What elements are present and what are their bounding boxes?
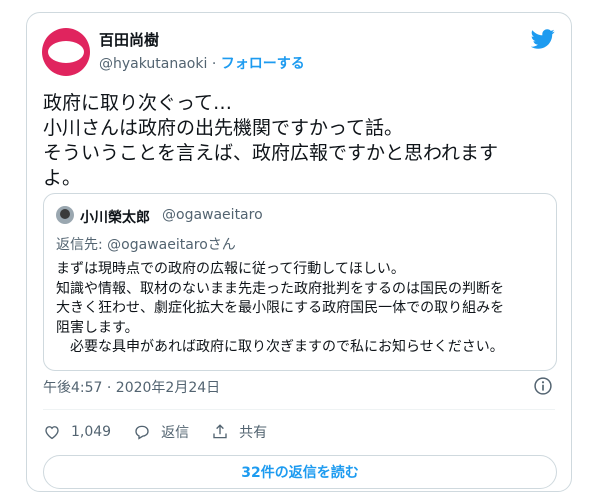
author-handle[interactable]: @hyakutanaoki bbox=[99, 56, 207, 72]
separator: · bbox=[207, 56, 221, 72]
info-icon[interactable] bbox=[533, 376, 553, 396]
tweet-line: 小川さんは政府の出先機関ですかって話。 bbox=[43, 117, 404, 139]
like-count: 1,049 bbox=[71, 424, 112, 440]
quoted-tweet[interactable]: 小川榮太郎 @ogawaeitaro 返信先: @ogawaeitaroさん ま… bbox=[43, 193, 557, 371]
quoted-author-handle: @ogawaeitaro bbox=[162, 207, 263, 223]
reply-label: 返信 bbox=[161, 425, 190, 441]
tweet-line: そういうことを言えば、政府広報ですかと思われます bbox=[43, 142, 499, 164]
read-replies-button[interactable]: 32件の返信を読む bbox=[43, 455, 557, 489]
action-bar: 1,049 返信 共有 bbox=[43, 421, 289, 443]
quoted-text: まずは現時点での政府の広報に従って行動してほしい。 知識や情報、取材のないまま先… bbox=[56, 260, 546, 358]
tweet-line: 政府に取り次ぐって… bbox=[43, 92, 233, 114]
divider bbox=[43, 409, 555, 410]
quoted-line: 阻害します。 bbox=[56, 319, 139, 336]
share-button[interactable]: 共有 bbox=[211, 422, 267, 442]
quoted-author-name: 小川榮太郎 bbox=[80, 210, 150, 226]
twitter-bird-icon[interactable] bbox=[531, 27, 555, 51]
quoted-avatar bbox=[56, 206, 74, 224]
quoted-line: まずは現時点での政府の広報に従って行動してほしい。 bbox=[56, 261, 405, 277]
tweet-text: 政府に取り次ぐって… 小川さんは政府の出先機関ですかって話。 そういうことを言え… bbox=[43, 91, 563, 191]
like-button[interactable]: 1,049 bbox=[43, 423, 111, 441]
quoted-line: 大きく狂わせ、劇症化拡大を最小限にする政府国民一体での取り組みを bbox=[56, 300, 505, 316]
heart-icon bbox=[45, 426, 59, 440]
quoted-line: 必要な具申があれば政府に取り次ぎますので私にお知らせください。 bbox=[56, 339, 504, 355]
quoted-reply-to: 返信先: @ogawaeitaroさん bbox=[56, 237, 236, 253]
author-handle-row: @hyakutanaoki · フォローする bbox=[99, 53, 305, 73]
quoted-line: 知識や情報、取材のないまま先走った政府批判をするのは国民の判断を bbox=[56, 280, 504, 297]
reply-bubble-icon bbox=[135, 425, 149, 440]
tweet-line: よ。 bbox=[43, 167, 82, 189]
author-name[interactable]: 百田尚樹 bbox=[99, 29, 159, 50]
author-avatar[interactable] bbox=[42, 28, 90, 76]
tweet-timestamp[interactable]: 午後4:57 · 2020年2月24日 bbox=[43, 377, 220, 397]
follow-button[interactable]: フォローする bbox=[221, 56, 305, 72]
tweet-card: 百田尚樹 @hyakutanaoki · フォローする 政府に取り次ぐって… 小… bbox=[26, 12, 572, 492]
reply-button[interactable]: 返信 bbox=[133, 422, 189, 442]
share-label: 共有 bbox=[239, 425, 268, 441]
share-icon bbox=[213, 424, 227, 439]
